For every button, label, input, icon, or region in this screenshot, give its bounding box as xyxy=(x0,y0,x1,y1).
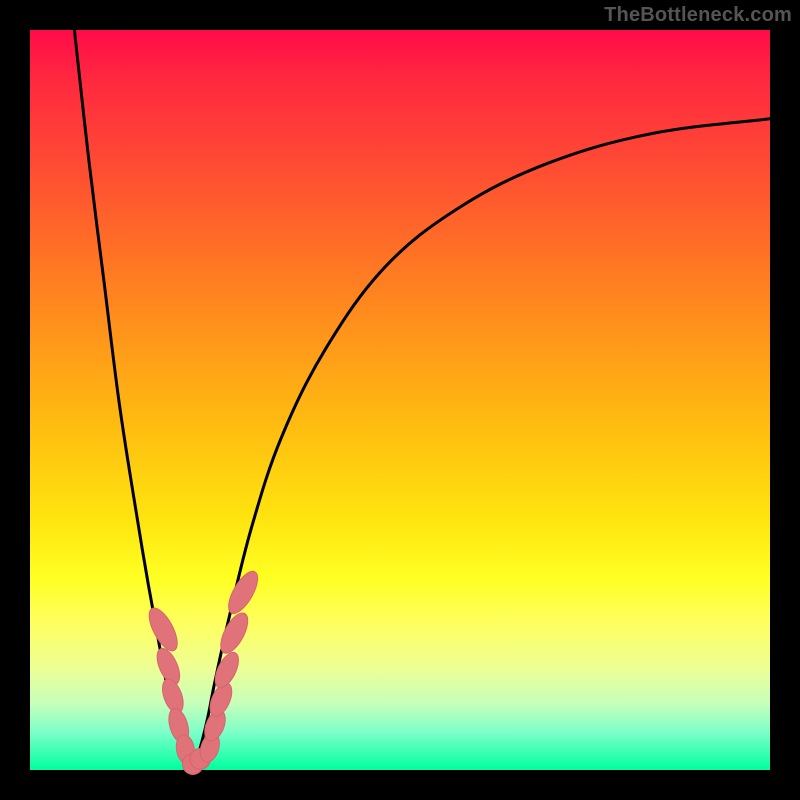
marker-group xyxy=(144,567,264,774)
curves-svg xyxy=(30,30,770,770)
data-marker-0 xyxy=(144,604,183,655)
curve-group xyxy=(74,30,770,770)
watermark-text: TheBottleneck.com xyxy=(604,4,792,27)
chart-frame: TheBottleneck.com xyxy=(0,0,800,800)
plot-area xyxy=(30,30,770,770)
data-marker-11 xyxy=(215,609,253,657)
curve-right-curve xyxy=(193,119,770,770)
data-marker-12 xyxy=(223,567,263,618)
